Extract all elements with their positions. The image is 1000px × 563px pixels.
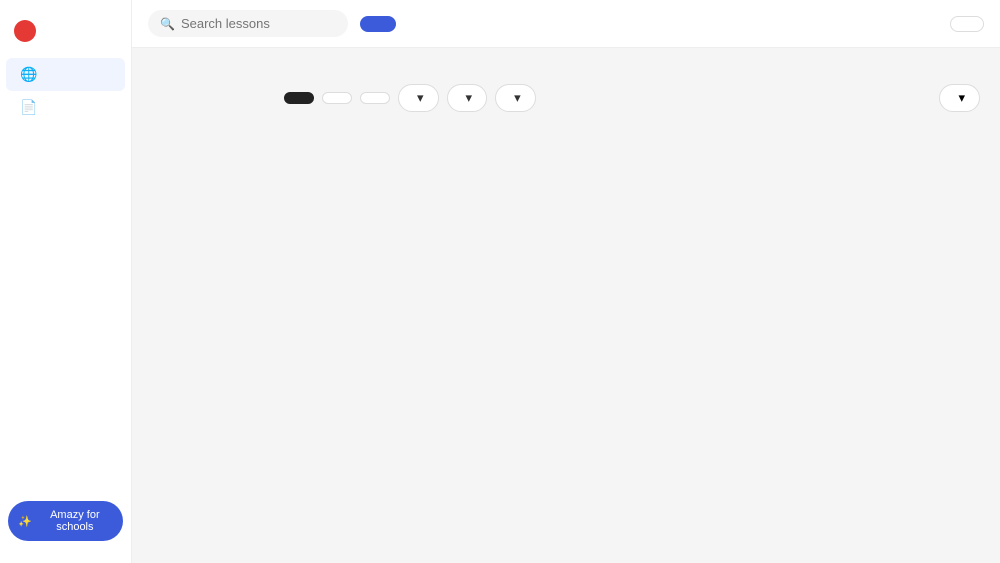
chevron-icon: ▾ [466, 90, 473, 106]
sort-chevron-icon: ▾ [958, 90, 965, 106]
search-icon: 🔍 [160, 17, 175, 31]
sort-button[interactable]: ▾ [939, 84, 980, 112]
app-logo [0, 12, 131, 58]
main-content: ▾ ▾ ▾ ▾ [264, 48, 1000, 563]
search-input[interactable] [181, 16, 321, 31]
topbar: 🔍 [132, 0, 1000, 48]
filter-all[interactable] [284, 92, 314, 104]
search-box: 🔍 [148, 10, 348, 37]
sidebar-item-drafts[interactable]: 📄 [6, 91, 125, 124]
sidebar-item-community[interactable]: 🌐 [6, 58, 125, 91]
create-lesson-button[interactable] [360, 16, 396, 32]
schools-icon: ✨ [18, 515, 32, 528]
sidebar: 🌐 📄 ✨ Amazy for schools [0, 0, 132, 563]
chevron-icon: ▾ [417, 90, 424, 106]
schools-button[interactable]: ✨ Amazy for schools [8, 501, 123, 541]
filter-level[interactable]: ▾ [447, 84, 488, 112]
sign-in-button[interactable] [950, 16, 984, 32]
filter-language[interactable]: ▾ [398, 84, 439, 112]
drafts-icon: 📄 [20, 99, 37, 116]
chevron-icon: ▾ [514, 90, 521, 106]
sidebar-footer: ✨ Amazy for schools [0, 491, 131, 551]
community-icon: 🌐 [20, 66, 37, 83]
filter-age[interactable]: ▾ [495, 84, 536, 112]
filter-premium[interactable] [322, 92, 352, 104]
filter-free[interactable] [360, 92, 390, 104]
filter-bar: ▾ ▾ ▾ ▾ [284, 84, 980, 112]
logo-icon [14, 20, 36, 42]
schools-label: Amazy for schools [37, 509, 113, 533]
